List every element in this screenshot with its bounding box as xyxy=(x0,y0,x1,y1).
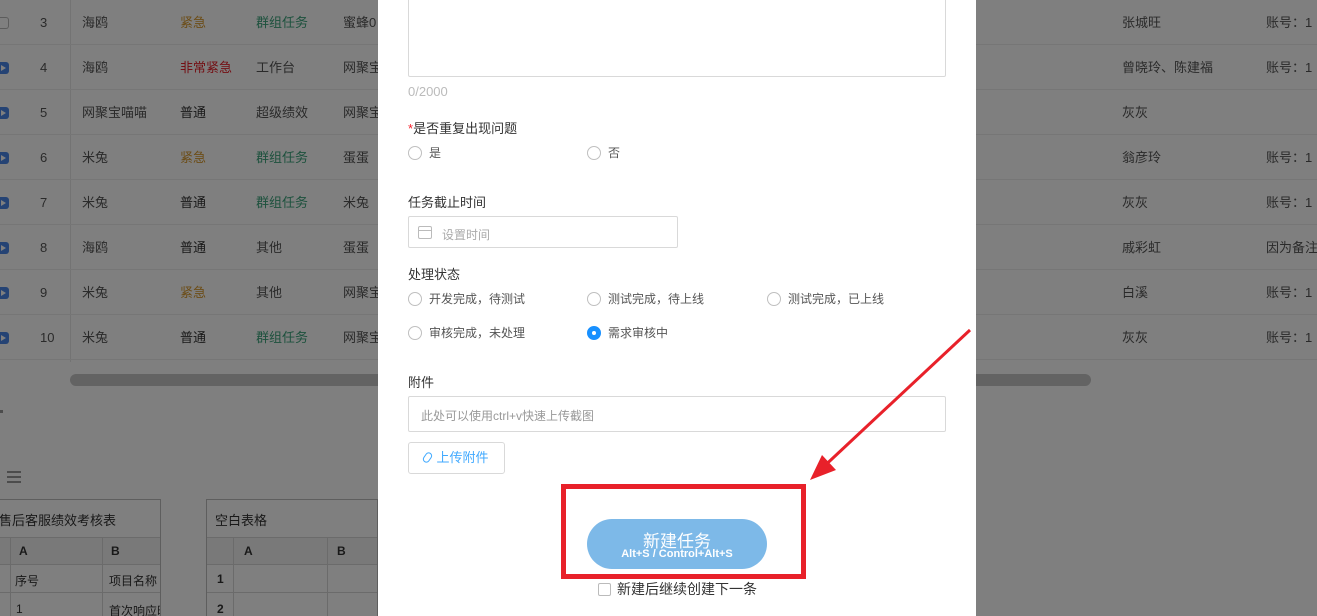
radio-label: 测试完成，待上线 xyxy=(608,292,705,306)
radio-label: 开发完成，待测试 xyxy=(429,292,526,306)
calendar-icon xyxy=(418,226,432,239)
repeat-question-label: *是否重复出现问题 xyxy=(408,118,517,137)
radio-status-dev-done[interactable]: 开发完成，待测试 xyxy=(408,291,525,307)
description-textarea[interactable] xyxy=(408,0,946,77)
radio-circle[interactable] xyxy=(767,292,781,306)
attachment-paste-input[interactable]: 此处可以使用ctrl+v快速上传截图 xyxy=(408,396,946,432)
checkbox-box[interactable] xyxy=(598,583,611,596)
radio-status-test-done-pending[interactable]: 测试完成，待上线 xyxy=(587,291,704,307)
upload-label: 上传附件 xyxy=(436,450,489,465)
deadline-placeholder: 设置时间 xyxy=(442,228,491,242)
radio-circle-checked[interactable] xyxy=(587,326,601,340)
radio-label: 是 xyxy=(429,146,442,160)
radio-label: 需求审核中 xyxy=(608,326,669,340)
attachment-placeholder: 此处可以使用ctrl+v快速上传截图 xyxy=(421,409,595,423)
radio-circle[interactable] xyxy=(408,326,422,340)
repeat-question-text: 是否重复出现问题 xyxy=(413,121,518,136)
radio-label: 测试完成，已上线 xyxy=(788,292,885,306)
radio-circle[interactable] xyxy=(587,292,601,306)
deadline-input[interactable]: 设置时间 xyxy=(408,216,678,248)
continue-create-checkbox[interactable]: 新建后继续创建下一条 xyxy=(598,579,757,599)
radio-circle[interactable] xyxy=(408,292,422,306)
char-counter: 0/2000 xyxy=(408,84,448,99)
highlight-box xyxy=(561,484,806,579)
upload-attachment-button[interactable]: 上传附件 xyxy=(408,442,505,474)
radio-status-test-done-online[interactable]: 测试完成，已上线 xyxy=(767,291,884,307)
attachment-label: 附件 xyxy=(408,375,435,390)
radio-label: 否 xyxy=(608,146,621,160)
radio-status-review-done[interactable]: 审核完成，未处理 xyxy=(408,325,525,341)
radio-repeat-no[interactable]: 否 xyxy=(587,145,620,161)
continue-create-label: 新建后继续创建下一条 xyxy=(617,581,757,597)
radio-circle[interactable] xyxy=(408,146,422,160)
deadline-label: 任务截止时间 xyxy=(408,195,487,210)
radio-circle[interactable] xyxy=(587,146,601,160)
radio-label: 审核完成，未处理 xyxy=(429,326,526,340)
status-label: 处理状态 xyxy=(408,267,461,282)
radio-status-in-review[interactable]: 需求审核中 xyxy=(587,325,668,341)
radio-repeat-yes[interactable]: 是 xyxy=(408,145,441,161)
paperclip-icon xyxy=(421,450,435,465)
